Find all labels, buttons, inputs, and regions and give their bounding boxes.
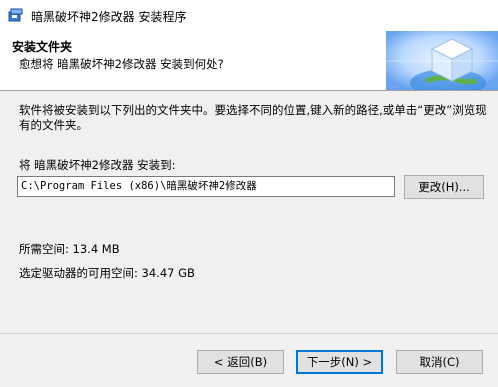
installer-box-icon <box>8 8 23 22</box>
page-title: 安装文件夹 <box>12 40 73 54</box>
space-available-label: 选定驱动器的可用空间: 34.47 GB <box>19 266 195 280</box>
wizard-header: 安装文件夹 愈想将 暗黑破坏神2修改器 安装到何处? <box>0 31 498 91</box>
globe-cube-icon <box>386 31 498 90</box>
next-button[interactable]: 下一步(N) > <box>296 350 383 374</box>
destination-label: 将 暗黑破坏神2修改器 安装到: <box>19 158 176 172</box>
install-description: 软件将被安装到以下列出的文件夹中。要选择不同的位置,键入新的路径,或单击“更改”… <box>19 103 487 132</box>
install-path-input[interactable]: C:\Program Files (x86)\暗黑破坏神2修改器 <box>17 176 395 197</box>
change-folder-button[interactable]: 更改(H)... <box>404 175 484 199</box>
cancel-button[interactable]: 取消(C) <box>396 350 483 374</box>
space-required-label: 所需空间: 13.4 MB <box>19 242 120 256</box>
footer-divider <box>0 333 498 334</box>
window-title: 暗黑破坏神2修改器 安装程序 <box>31 10 187 24</box>
title-bar[interactable]: 暗黑破坏神2修改器 安装程序 <box>0 0 498 31</box>
page-subtitle: 愈想将 暗黑破坏神2修改器 安装到何处? <box>19 57 224 71</box>
back-button[interactable]: < 返回(B) <box>197 350 284 374</box>
